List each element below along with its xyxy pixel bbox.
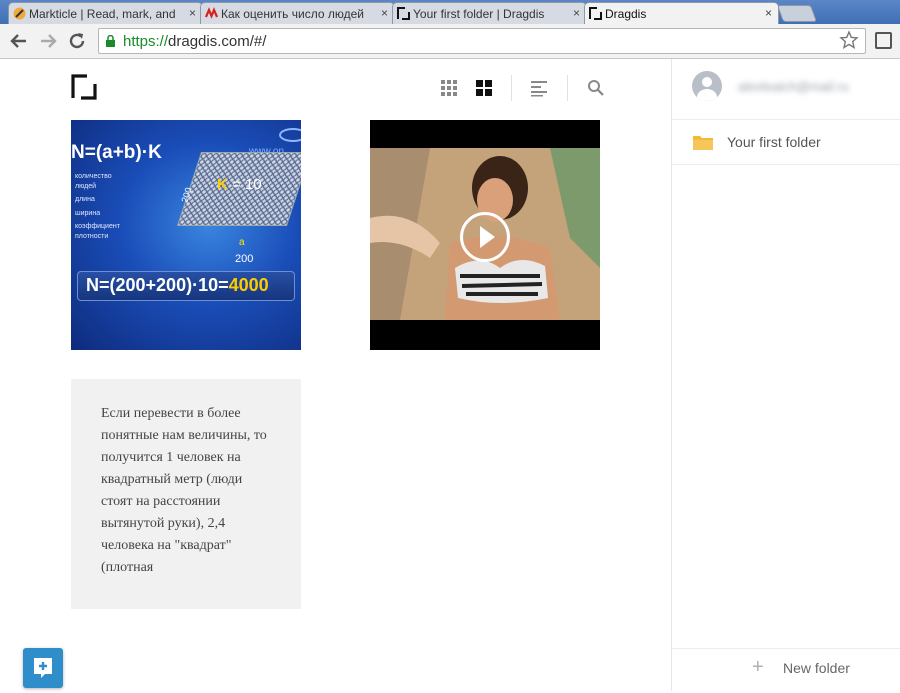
- url-host: dragdis.com/#/: [168, 33, 267, 50]
- small-grid-icon[interactable]: [440, 79, 458, 97]
- tv-channel-logo: [279, 128, 301, 142]
- list-view-icon[interactable]: [530, 79, 548, 97]
- folders-sidebar: alexleatch@mail.ru Your first folder + N…: [671, 59, 900, 691]
- dragdis-page: www.on N=(a+b)·K количество людей длина …: [0, 59, 900, 691]
- note-text: Если перевести в более понятные нам вели…: [101, 406, 267, 575]
- tab-close-icon[interactable]: ×: [573, 6, 580, 20]
- plus-icon: +: [752, 656, 764, 678]
- lock-icon: [106, 35, 115, 47]
- back-arrow-icon[interactable]: [8, 30, 30, 52]
- address-bar[interactable]: https://dragdis.com/#/: [98, 28, 866, 54]
- url-text: https://dragdis.com/#/: [123, 33, 266, 50]
- k-value-label: K = 10: [217, 176, 262, 193]
- sidebar-item-your-first-folder[interactable]: Your first folder: [672, 120, 900, 164]
- result-prefix: N=(200+200)·10=: [86, 275, 229, 295]
- folder-label: Your first folder: [727, 134, 821, 150]
- feedback-button[interactable]: [23, 648, 63, 688]
- url-scheme: https://: [123, 33, 169, 50]
- tab-dragdis[interactable]: Dragdis ×: [584, 2, 779, 24]
- dragdis-icon: [589, 7, 602, 20]
- video-card[interactable]: [370, 120, 600, 350]
- new-tab-button[interactable]: [776, 5, 818, 22]
- tab-strip: Markticle | Read, mark, and × Как оценит…: [0, 0, 900, 24]
- tab-close-icon[interactable]: ×: [189, 6, 196, 20]
- k-value: = 10: [232, 176, 262, 193]
- browser-toolbar: https://dragdis.com/#/: [0, 24, 900, 59]
- legend-line: плотности: [75, 232, 109, 240]
- markticle-icon: [13, 7, 26, 20]
- main-area: www.on N=(a+b)·K количество людей длина …: [0, 59, 671, 691]
- result-equation: N=(200+200)·10=4000: [77, 271, 295, 301]
- large-grid-icon[interactable]: [475, 79, 493, 97]
- legend-line: людей: [75, 182, 97, 190]
- dragdis-icon: [397, 7, 410, 20]
- red-zigzag-icon: [205, 7, 218, 19]
- tab-title: Как оценить число людей: [221, 6, 364, 21]
- tab-markticle[interactable]: Markticle | Read, mark, and ×: [8, 2, 203, 24]
- k-symbol: K: [217, 176, 228, 193]
- legend-line: ширина: [75, 209, 101, 217]
- text-note-card[interactable]: Если перевести в более понятные нам вели…: [71, 379, 301, 609]
- result-value: 4000: [228, 275, 269, 295]
- toolbar-divider: [567, 75, 568, 101]
- dimension-a: a: [239, 237, 245, 248]
- avatar-head: [702, 77, 712, 87]
- menu-icon[interactable]: [875, 32, 892, 49]
- sidebar-divider: [672, 164, 900, 165]
- new-folder-button[interactable]: + New folder: [672, 649, 900, 691]
- legend-line: количество: [75, 173, 112, 180]
- user-email: alexleatch@mail.ru: [738, 79, 849, 94]
- play-triangle: [480, 226, 495, 248]
- avatar[interactable]: [692, 71, 722, 101]
- tab-close-icon[interactable]: ×: [381, 6, 388, 20]
- toolbar-divider: [511, 75, 512, 101]
- forward-arrow-icon[interactable]: [37, 30, 59, 52]
- tab-title: Your first folder | Dragdis: [413, 6, 545, 21]
- legend-line: коэффициент: [75, 223, 120, 231]
- add-comment-icon: [34, 658, 52, 678]
- folder-icon: [693, 136, 713, 150]
- avatar-body: [697, 89, 717, 101]
- search-icon[interactable]: [587, 79, 605, 97]
- new-folder-label: New folder: [783, 660, 850, 676]
- tab-your-first-folder[interactable]: Your first folder | Dragdis ×: [392, 2, 587, 24]
- tab-people-count[interactable]: Как оценить число людей ×: [200, 2, 395, 24]
- tab-close-icon[interactable]: ×: [765, 6, 772, 20]
- reload-icon[interactable]: [66, 30, 88, 52]
- legend-line: длина: [75, 196, 95, 204]
- dragdis-logo-icon[interactable]: [71, 74, 97, 100]
- tab-title: Dragdis: [605, 6, 647, 21]
- tab-title: Markticle | Read, mark, and: [29, 6, 176, 21]
- star-icon[interactable]: [839, 30, 859, 50]
- bottom-dimension: 200: [235, 253, 254, 265]
- formula-legend: количество людей длина ширина коэффициен…: [75, 172, 120, 242]
- formula-text: N=(a+b)·K: [71, 142, 162, 163]
- math-image-card[interactable]: www.on N=(a+b)·K количество людей длина …: [71, 120, 301, 350]
